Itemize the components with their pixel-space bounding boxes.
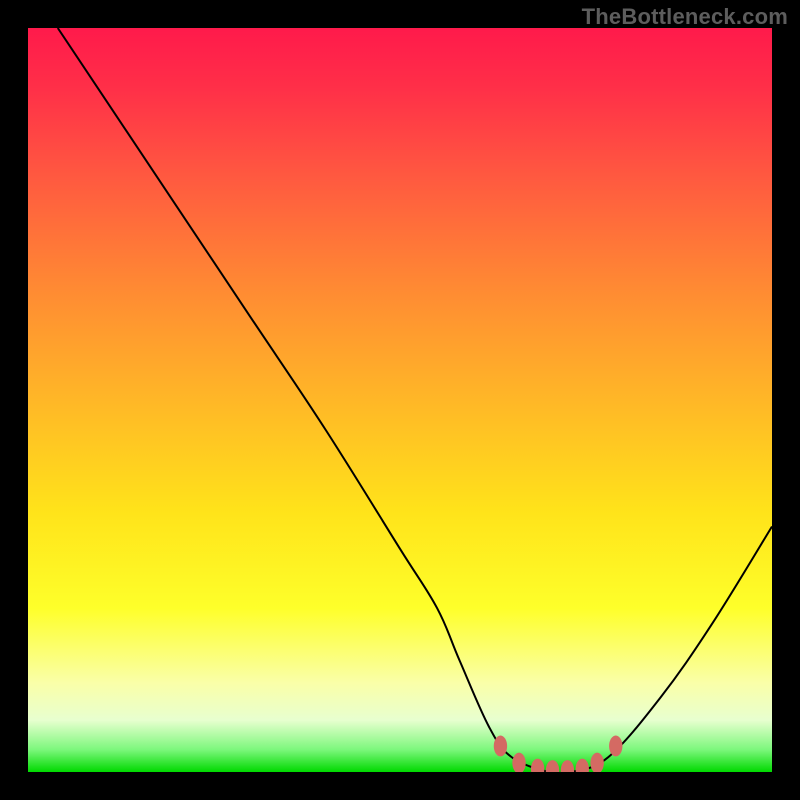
- marker-dot: [576, 759, 589, 772]
- plot-area: [28, 28, 772, 772]
- marker-dot: [531, 759, 544, 772]
- watermark-label: TheBottleneck.com: [582, 4, 788, 30]
- marker-dot: [561, 760, 574, 772]
- marker-dot: [494, 736, 507, 757]
- chart-container: TheBottleneck.com: [0, 0, 800, 800]
- marker-dot: [512, 753, 525, 772]
- marker-dot: [590, 753, 603, 772]
- marker-dot: [609, 736, 622, 757]
- optimal-range-markers: [28, 28, 772, 772]
- marker-dot: [546, 760, 559, 772]
